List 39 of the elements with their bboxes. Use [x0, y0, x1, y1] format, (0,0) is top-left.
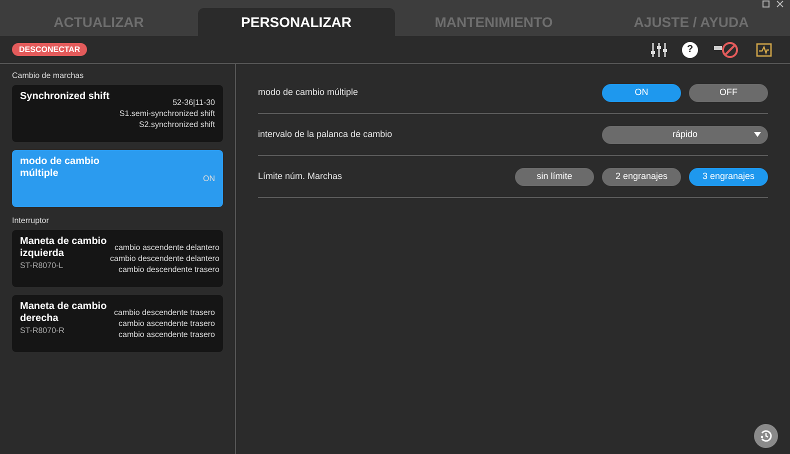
sidebar-card[interactable]: modo de cambio múltiple ON [12, 150, 223, 207]
card-detail: cambio ascendente trasero [118, 318, 215, 329]
option-button[interactable]: OFF [689, 84, 768, 102]
maximize-icon[interactable] [762, 0, 770, 8]
card-detail: cambio descendente delantero [110, 253, 220, 264]
waveform-icon[interactable] [756, 42, 772, 56]
option-button[interactable]: ON [602, 84, 681, 102]
card-title: Maneta de cambio izquierda [20, 236, 108, 260]
history-icon [759, 429, 773, 443]
card-detail: cambio descendente trasero [114, 307, 215, 318]
card-subtitle: ST-R8070-R [20, 325, 66, 337]
card-detail: S2.synchronized shift [138, 119, 215, 130]
card-detail: cambio ascendente delantero [114, 242, 220, 253]
card-detail: cambio descendente trasero [118, 264, 220, 275]
sliders-icon[interactable] [650, 42, 668, 58]
option-button[interactable]: 2 engranajes [602, 168, 681, 186]
history-button[interactable] [754, 424, 778, 448]
card-detail: cambio ascendente trasero [118, 329, 215, 340]
card-title: modo de cambio múltiple [20, 156, 100, 180]
sidebar-card[interactable]: Synchronized shift 52-36|11-30 S1.semi-synchronized shift S2.synchronized shift [12, 85, 223, 142]
card-title: Maneta de cambio derecha [20, 301, 108, 325]
caret-icon [754, 132, 761, 137]
option-button[interactable]: sin límite [515, 168, 594, 186]
card-detail: 52-36|11-30 [172, 97, 215, 108]
option-button[interactable]: 3 engranajes [689, 168, 768, 186]
section-title: Interruptor [12, 215, 50, 227]
section-title: Cambio de marchas [12, 70, 85, 82]
card-detail: S1.semi-synchronized shift [119, 108, 215, 119]
setting-label: Límite núm. Marchas [258, 170, 342, 183]
setting-label: intervalo de la palanca de cambio [258, 128, 392, 141]
setting-label: modo de cambio múltiple [258, 86, 358, 99]
help-icon[interactable]: ? [682, 42, 698, 58]
dropdown[interactable]: rápido [602, 126, 768, 144]
tab[interactable]: PERSONALIZAR [198, 8, 395, 36]
close-icon[interactable] [776, 0, 784, 8]
card-subtitle: ST-R8070-L [20, 260, 64, 272]
card-detail: ON [203, 173, 215, 184]
card-title: Synchronized shift [20, 91, 110, 103]
disconnect-button[interactable]: DESCONECTAR [12, 43, 88, 56]
